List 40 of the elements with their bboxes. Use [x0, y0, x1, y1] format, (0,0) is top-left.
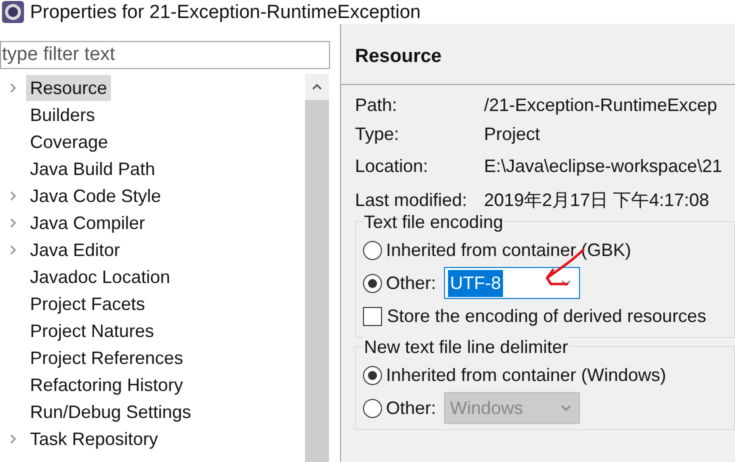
radio-label: Other: [386, 396, 436, 420]
tree-item[interactable]: Task Repository [26, 426, 162, 452]
radio-label: Inherited from container (GBK) [386, 238, 632, 262]
property-value: 2019年2月17日 下午4:17:08 [484, 188, 710, 212]
radio-button[interactable] [363, 240, 382, 260]
tree-item[interactable]: Java Code Style [26, 182, 166, 208]
tree-item[interactable]: Project Facets [26, 290, 150, 316]
checkbox[interactable] [363, 306, 382, 326]
property-value: E:\Java\eclipse-workspace\21 [484, 154, 724, 178]
tree-item[interactable]: Java Build Path [26, 156, 160, 182]
tree-item[interactable]: Resource [26, 74, 112, 100]
radio-button[interactable] [363, 398, 382, 418]
property-label: Type: [355, 122, 400, 146]
checkbox-label: Store the encoding of derived resources [387, 304, 706, 328]
tree-item[interactable]: Javadoc Location [26, 264, 174, 290]
tree-item[interactable]: Project Natures [26, 318, 158, 344]
property-label: Location: [355, 154, 430, 178]
radio-label: Inherited from container (Windows) [386, 364, 666, 387]
filter-field[interactable]: type filter text [0, 41, 330, 69]
tree-item[interactable]: Run/Debug Settings [26, 398, 196, 424]
tree-item[interactable]: Project References [26, 344, 188, 370]
property-value: Project [484, 122, 542, 146]
scrollbar[interactable] [305, 74, 329, 462]
tree-item[interactable]: Coverage [26, 128, 112, 154]
tree-item[interactable]: Java Compiler [26, 210, 150, 236]
property-value: /21-Exception-RuntimeExcep [484, 94, 718, 117]
tree-item[interactable]: Refactoring History [26, 372, 188, 398]
property-label: Path: [355, 94, 398, 116]
encoding-dropdown[interactable]: UTF-8 [444, 267, 580, 299]
tree-item[interactable]: Java Editor [26, 236, 124, 262]
radio-button[interactable] [363, 274, 382, 292]
dropdown-value: UTF-8 [448, 270, 504, 296]
gear-icon [2, 1, 24, 23]
radio-label: Other: [386, 272, 436, 294]
page-title: Resource [355, 45, 443, 69]
tree-item[interactable]: Builders [26, 102, 100, 128]
dropdown-value: Windows [449, 396, 524, 420]
window-title: Properties for 21-Exception-RuntimeException [30, 2, 421, 22]
property-label: Last modified: [355, 188, 468, 212]
radio-button[interactable] [363, 366, 382, 384]
